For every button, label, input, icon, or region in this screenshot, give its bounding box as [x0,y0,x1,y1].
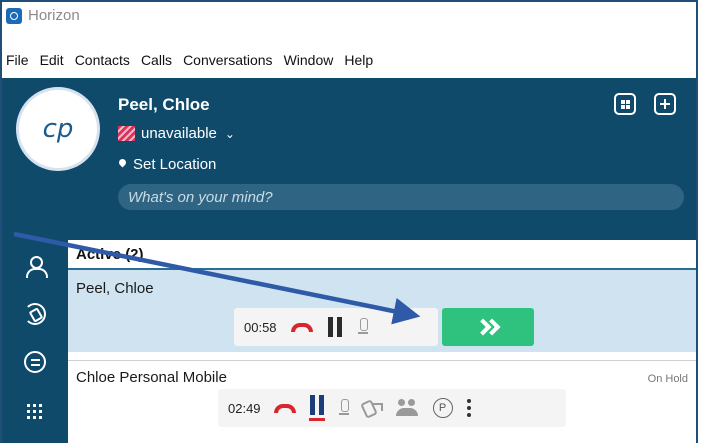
presence-status-dropdown[interactable]: unavailable ⌄ [118,125,235,142]
menu-calls[interactable]: Calls [137,48,179,72]
left-nav-sidebar [2,240,68,443]
set-location-text: Set Location [133,156,217,173]
chat-icon [24,351,46,373]
unavailable-status-icon [118,126,135,141]
fast-forward-icon [477,320,499,334]
nav-conversations-button[interactable] [2,340,68,384]
title-bar: Horizon [2,2,696,42]
call-history-icon [24,303,46,325]
profile-name: Peel, Chloe [118,95,210,114]
hold-pause-icon[interactable] [308,395,325,421]
menu-window[interactable]: Window [280,48,341,72]
hangup-icon[interactable] [290,322,313,332]
menu-help[interactable]: Help [340,48,380,72]
transfer-icon[interactable] [363,399,383,417]
nav-apps-button[interactable] [2,390,68,434]
set-location-link[interactable]: Set Location [118,156,216,173]
active-calls-panel: Active (2) Peel, Chloe 00:58 Chloe Perso… [68,240,696,443]
app-window: Horizon File Edit Contacts Calls Convers… [0,0,698,443]
nav-contacts-button[interactable] [2,244,68,288]
hangup-icon[interactable] [273,403,296,413]
location-pin-icon [118,159,127,171]
caller-name: Peel, Chloe [76,280,154,297]
nav-call-history-button[interactable] [2,292,68,336]
park-icon[interactable]: P [432,398,453,418]
menu-contacts[interactable]: Contacts [71,48,137,72]
chevron-down-icon: ⌄ [224,126,235,141]
window-title: Horizon [28,7,80,24]
more-options-icon[interactable] [466,398,472,418]
menu-conversations[interactable]: Conversations [179,48,280,72]
call-row[interactable]: Peel, Chloe 00:58 [68,268,696,352]
on-hold-badge: On Hold [647,373,688,385]
hold-pause-icon[interactable] [327,317,343,337]
avatar[interactable]: cp [16,87,100,171]
conference-icon[interactable] [395,399,420,417]
status-message-input[interactable] [118,184,684,210]
call-row[interactable]: Chloe Personal Mobile On Hold 02:49 P [68,360,696,443]
mute-mic-icon[interactable] [338,399,350,417]
call-timer: 02:49 [228,400,261,416]
mute-mic-icon[interactable] [357,318,369,336]
call-timer: 00:58 [244,319,277,335]
profile-header: cp Peel, Chloe unavailable ⌄ Set Locatio… [2,78,696,240]
active-calls-heading: Active (2) [76,246,144,263]
caller-name: Chloe Personal Mobile [76,369,227,386]
apps-grid-icon [26,403,44,421]
menu-edit[interactable]: Edit [36,48,71,72]
call-controls: 02:49 P [218,389,566,427]
call-controls: 00:58 [234,308,438,346]
presence-status-text: unavailable [141,125,217,142]
avatar-initials: cp [42,114,74,144]
menu-file[interactable]: File [2,48,36,72]
dialpad-grid-icon[interactable] [614,93,636,115]
menu-bar: File Edit Contacts Calls Conversations W… [2,48,380,72]
horizon-logo-icon [6,8,22,24]
person-icon [25,256,48,278]
add-plus-icon[interactable] [654,93,676,115]
answer-button[interactable] [442,308,534,346]
